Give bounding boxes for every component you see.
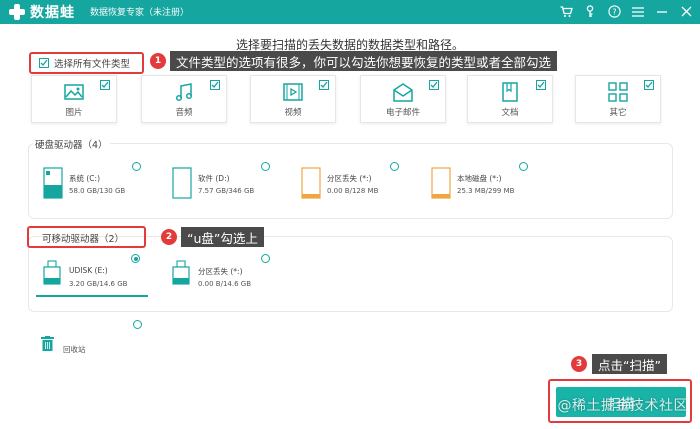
annotation-box-1: 文件类型的选项有很多，你可以勾选你想要恢复的类型或者全部勾选 <box>170 51 558 71</box>
file-type-label: 其它 <box>609 108 627 118</box>
file-type-label: 电子邮件 <box>385 108 420 118</box>
checkbox-checked-icon[interactable] <box>319 80 329 90</box>
document-icon <box>502 82 518 102</box>
checkbox-checked-icon[interactable] <box>536 80 546 90</box>
email-icon <box>393 83 413 102</box>
drive-name: 分区丢失 (*:) <box>198 267 243 276</box>
checkbox-checked-icon[interactable] <box>429 80 439 90</box>
minimize-icon[interactable] <box>654 3 670 20</box>
drive-size: 58.0 GB/130 GB <box>69 187 126 195</box>
drive-radio[interactable] <box>261 162 270 171</box>
select-all-checkbox[interactable]: 选择所有文件类型 <box>29 52 144 74</box>
drive-item[interactable]: 本地磁盘 (*:) 25.3 MB/299 MB <box>431 165 531 207</box>
select-all-label: 选择所有文件类型 <box>54 59 131 70</box>
drive-size: 25.3 MB/299 MB <box>457 187 515 195</box>
drive-radio[interactable] <box>132 162 141 171</box>
cart-icon[interactable] <box>558 3 574 20</box>
close-icon[interactable] <box>678 3 694 20</box>
file-type-label: 文档 <box>501 108 519 118</box>
checkbox-checked-icon[interactable] <box>100 80 110 90</box>
removable-drives-title: 可移动驱动器（2） <box>42 234 125 245</box>
drive-size: 3.20 GB/14.6 GB <box>69 280 128 288</box>
usb-drive-item[interactable]: 分区丢失 (*:) 0.00 B/14.6 GB <box>172 258 272 300</box>
drive-size: 0.00 B/128 MB <box>327 187 379 195</box>
file-type-label: 音频 <box>175 108 193 118</box>
annotation-box-3: 点击“扫描” <box>592 354 667 374</box>
drive-item[interactable]: 软件 (D:) 7.57 GB/346 GB <box>172 165 272 207</box>
other-icon <box>608 82 628 102</box>
key-icon[interactable] <box>582 3 598 20</box>
usb-drive-item[interactable]: UDISK (E:) 3.20 GB/14.6 GB <box>43 258 143 300</box>
app-logo: 数据蛙 <box>8 2 75 22</box>
annotation-number-3: 3 <box>571 356 587 372</box>
lost-partition-icon <box>301 167 321 199</box>
recycle-bin-radio[interactable] <box>133 320 142 329</box>
video-icon <box>283 83 303 101</box>
drive-radio[interactable] <box>519 162 528 171</box>
trash-icon <box>41 336 54 351</box>
file-type-label: 视频 <box>284 108 302 118</box>
system-drive-icon <box>43 167 63 199</box>
app-logo-text: 数据蛙 <box>30 5 75 21</box>
usb-drive-icon <box>43 260 61 285</box>
drive-radio[interactable] <box>261 254 270 263</box>
svg-text:?: ? <box>612 8 616 17</box>
drive-item[interactable]: 分区丢失 (*:) 0.00 B/128 MB <box>301 165 401 207</box>
logo-cross-icon <box>8 3 26 21</box>
drive-name: UDISK (E:) <box>69 266 108 275</box>
annotation-number-2: 2 <box>161 229 177 245</box>
checkbox-checked-icon[interactable] <box>644 80 654 90</box>
drive-name: 分区丢失 (*:) <box>327 174 372 183</box>
file-type-audio[interactable]: 音频 <box>141 75 227 123</box>
recycle-bin-label[interactable]: 回收站 <box>63 344 86 355</box>
drive-item[interactable]: 系统 (C:) 58.0 GB/130 GB <box>43 165 143 207</box>
hard-drives-title: 硬盘驱动器（4） <box>33 137 110 151</box>
drive-radio-selected[interactable] <box>131 254 140 263</box>
checkbox-checked-icon[interactable] <box>210 80 220 90</box>
drive-name: 系统 (C:) <box>69 174 100 183</box>
file-type-other[interactable]: 其它 <box>575 75 661 123</box>
drive-size: 7.57 GB/346 GB <box>198 187 255 195</box>
app-subtitle: 数据恢复专家（未注册） <box>90 8 190 18</box>
menu-icon[interactable] <box>630 3 646 20</box>
file-type-document[interactable]: 文档 <box>467 75 553 123</box>
drive-name: 软件 (D:) <box>198 174 230 183</box>
local-disk-icon <box>431 167 451 199</box>
file-type-video[interactable]: 视频 <box>250 75 336 123</box>
file-type-image[interactable]: 图片 <box>31 75 117 123</box>
drive-size: 0.00 B/14.6 GB <box>198 280 252 288</box>
file-type-label: 图片 <box>65 108 83 118</box>
title-bar: 数据蛙 数据恢复专家（未注册） ? <box>0 0 700 24</box>
help-icon[interactable]: ? <box>606 3 622 20</box>
annotation-box-2: “u盘”勾选上 <box>181 227 264 247</box>
watermark: @稀土掘金技术社区 <box>557 398 688 414</box>
selected-indicator <box>36 295 148 297</box>
drive-icon <box>172 167 192 199</box>
music-icon <box>175 83 193 102</box>
drive-name: 本地磁盘 (*:) <box>457 174 502 183</box>
drive-radio[interactable] <box>390 162 399 171</box>
usb-drive-icon <box>172 260 190 285</box>
annotation-number-1: 1 <box>150 53 166 69</box>
image-icon <box>64 84 84 100</box>
file-type-email[interactable]: 电子邮件 <box>360 75 446 123</box>
checkbox-checked-icon <box>39 58 49 68</box>
